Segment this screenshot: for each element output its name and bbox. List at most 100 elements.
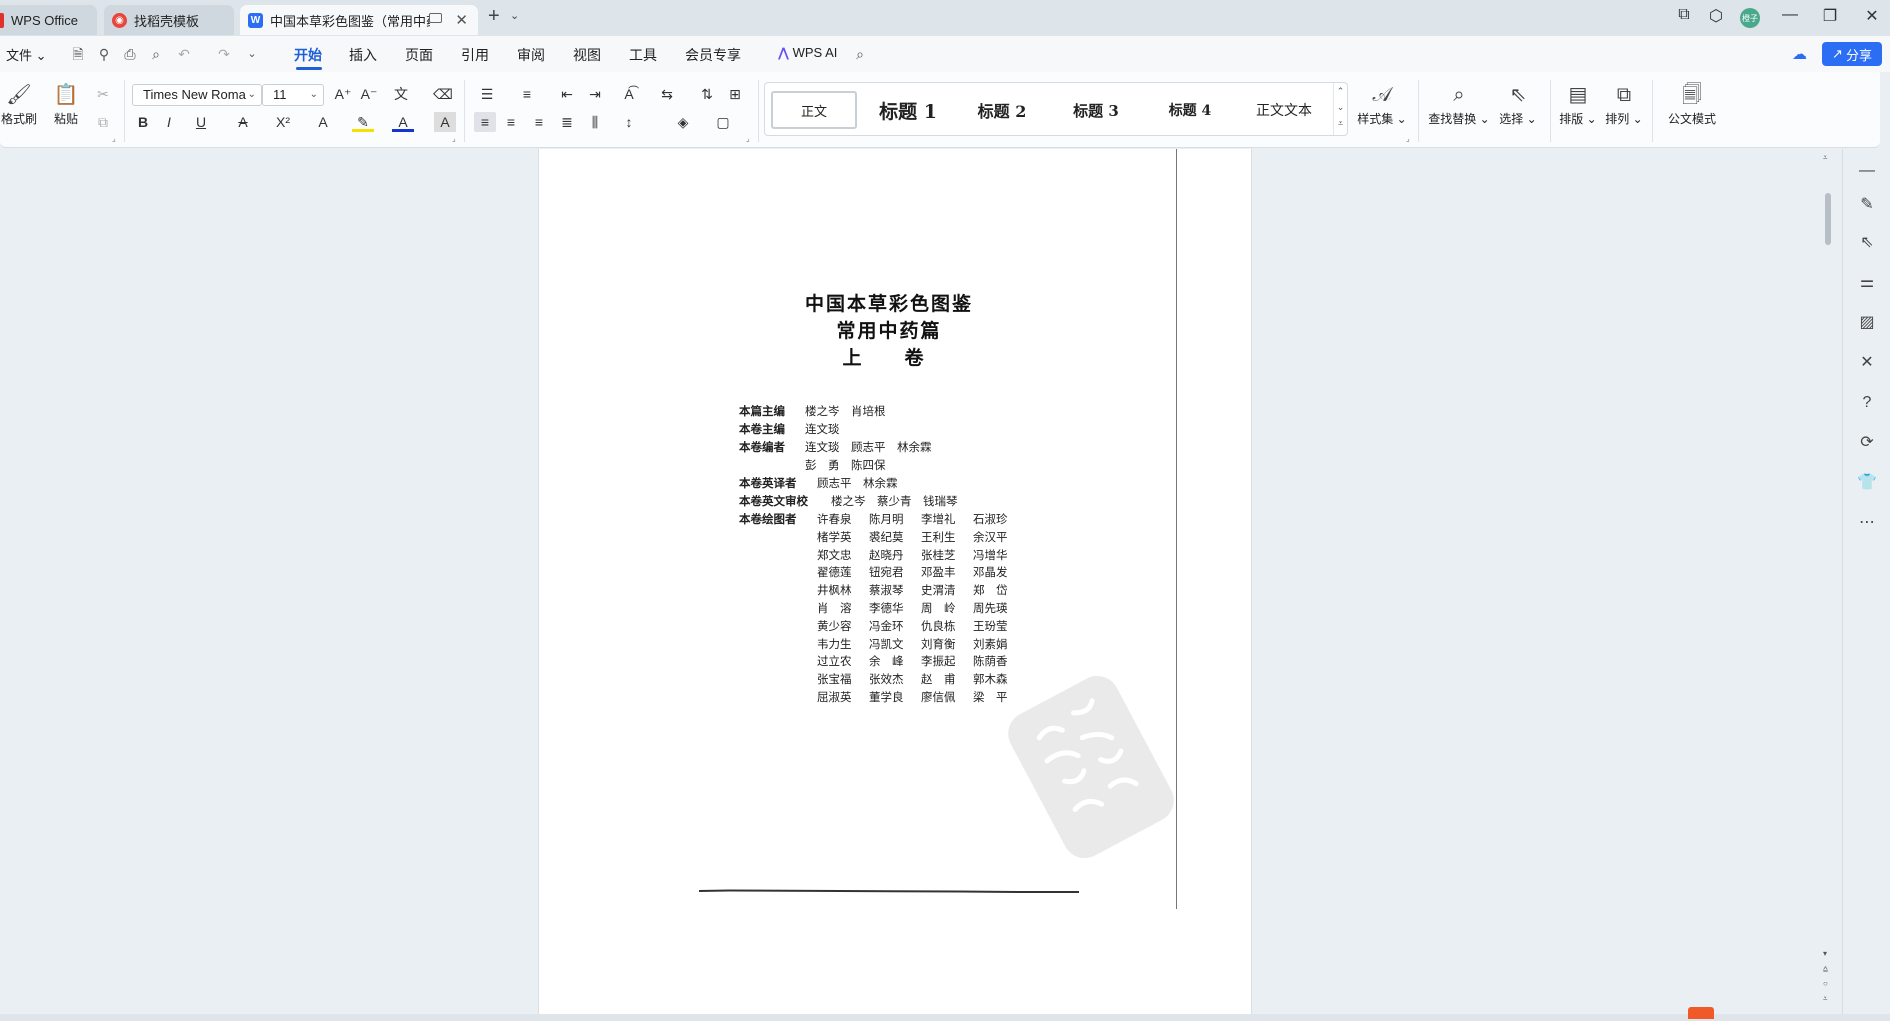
redo-icon[interactable]: ↷ <box>216 46 232 62</box>
scroll-up-icon[interactable]: ⩡ <box>1823 153 1828 163</box>
tab-view[interactable]: 视图 <box>573 45 601 65</box>
text-direction-icon[interactable]: A͡ <box>618 84 640 104</box>
scroll-down-icon[interactable]: ▾ <box>1823 949 1827 958</box>
tools-icon[interactable]: ✕ <box>1857 353 1877 373</box>
dialog-launcher-icon[interactable]: ⌟ <box>452 134 456 143</box>
align-left-icon[interactable]: ≡ <box>474 112 496 132</box>
minimize-window-icon[interactable]: — <box>1780 6 1800 24</box>
dialog-launcher-icon[interactable]: ⌟ <box>746 134 750 143</box>
borders-icon[interactable]: ▢ <box>712 112 734 132</box>
style-body-text[interactable]: 正文文本 <box>1241 91 1327 129</box>
official-mode-button[interactable]: 🗐 公文模式 <box>1664 84 1720 127</box>
text-effect-icon[interactable]: A <box>312 112 334 132</box>
find-replace-button[interactable]: ⌕ 查找替换 ⌄ <box>1428 84 1490 127</box>
show-marks-icon[interactable]: ⊞ <box>724 84 746 104</box>
tab-document[interactable]: W 中国本草彩色图鉴（常用中药篇 ✕ <box>240 5 478 35</box>
style-heading-1[interactable]: 标题 1 <box>865 91 951 129</box>
close-tab-icon[interactable]: ✕ <box>455 11 468 29</box>
page-down-icon[interactable]: ⩡ <box>1823 994 1828 1004</box>
expand-gallery-icon[interactable]: ⩡ <box>1334 115 1347 131</box>
minimize-panel-icon[interactable]: — <box>1857 161 1877 181</box>
italic-icon[interactable]: I <box>158 112 180 132</box>
align-right-icon[interactable]: ≡ <box>528 112 550 132</box>
sync-icon[interactable]: ⟳ <box>1857 433 1877 453</box>
cloud-upload-icon[interactable]: ☁ <box>1792 45 1810 63</box>
document-page[interactable]: 中国本草彩色图鉴 常用中药篇 上 卷 本篇主编 楼之岑 肖培根 本卷主编 连文琰 本… <box>538 149 1252 1014</box>
avatar[interactable]: 橙子 <box>1740 8 1760 28</box>
adjust-icon[interactable]: ⚌ <box>1857 273 1877 293</box>
cut-icon[interactable]: ✂ <box>92 84 114 104</box>
dialog-launcher-icon[interactable]: ⌟ <box>1406 134 1410 143</box>
font-name-select[interactable]: Times New Roma ⌄ <box>132 84 262 106</box>
clear-format-icon[interactable]: ⌫ <box>432 84 454 104</box>
shrink-font-icon[interactable]: A⁻ <box>358 84 380 104</box>
select-browse-icon[interactable]: ○ <box>1823 979 1828 988</box>
select-button[interactable]: ⇖ 选择 ⌄ <box>1494 84 1542 127</box>
tab-tools[interactable]: 工具 <box>629 45 657 65</box>
tab-wps-office[interactable]: WPS Office <box>0 5 97 35</box>
line-break-icon[interactable]: ⇆ <box>656 84 678 104</box>
tab-references[interactable]: 引用 <box>461 45 489 65</box>
close-window-icon[interactable]: ✕ <box>1862 6 1882 26</box>
tab-page[interactable]: 页面 <box>405 45 433 65</box>
shading-icon[interactable]: ◈ <box>672 112 694 132</box>
vertical-scrollbar[interactable]: ⩡ ▾ ⩠ ○ ⩡ <box>1820 149 1842 1014</box>
image-edit-icon[interactable]: ▨ <box>1857 313 1877 333</box>
save-icon[interactable]: 🗎 <box>70 46 86 62</box>
layout-button[interactable]: ▤ 排版 ⌄ <box>1558 84 1598 127</box>
underline-icon[interactable]: U <box>190 112 212 132</box>
restore-window-icon[interactable]: ❐ <box>1820 6 1840 26</box>
tab-member[interactable]: 会员专享 <box>685 45 741 65</box>
style-set-button[interactable]: 𝒜 样式集 ⌄ <box>1356 84 1408 127</box>
paste-button[interactable]: 📋 粘贴 <box>46 84 86 127</box>
chevron-down-icon[interactable]: ⌄ <box>244 46 260 62</box>
cursor-select-icon[interactable]: ⇖ <box>1857 233 1877 253</box>
dialog-launcher-icon[interactable]: ⌟ <box>112 134 116 143</box>
style-heading-4[interactable]: 标题 4 <box>1147 91 1233 129</box>
file-menu[interactable]: 文件 ⌄ <box>6 45 47 64</box>
font-color-icon[interactable]: A <box>392 112 414 132</box>
format-painter-button[interactable]: 🖌 格式刷 <box>0 84 38 127</box>
pen-icon[interactable]: ✎ <box>1857 195 1877 215</box>
numbered-list-icon[interactable]: ≡ <box>516 84 538 104</box>
superscript-icon[interactable]: X² <box>272 112 294 132</box>
shirt-icon[interactable]: 👕 <box>1857 473 1877 493</box>
screen-icon[interactable] <box>429 13 442 23</box>
window-layout-icon[interactable]: ⧉ <box>1674 6 1694 24</box>
print-icon[interactable]: ⎙ <box>122 46 138 62</box>
copy-icon[interactable]: ⧉ <box>92 112 114 132</box>
help-icon[interactable]: ? <box>1857 393 1877 413</box>
tab-review[interactable]: 审阅 <box>517 45 545 65</box>
arrange-button[interactable]: ⧉ 排列 ⌄ <box>1604 84 1644 127</box>
character-shading-icon[interactable]: A <box>434 112 456 132</box>
distributed-icon[interactable]: ⫼ <box>584 112 606 132</box>
align-center-icon[interactable]: ≡ <box>500 112 522 132</box>
tab-insert[interactable]: 插入 <box>349 45 377 65</box>
style-heading-2[interactable]: 标题 2 <box>959 91 1045 129</box>
chevron-down-icon[interactable]: ⌄ <box>1334 99 1347 115</box>
gallery-scroll[interactable]: ⌃ ⌄ ⩡ <box>1333 83 1347 135</box>
undo-icon[interactable]: ↶ <box>176 46 192 62</box>
page-up-icon[interactable]: ⩠ <box>1823 964 1828 974</box>
decrease-indent-icon[interactable]: ⇤ <box>556 84 578 104</box>
share-button[interactable]: ↗ 分享 <box>1822 42 1882 66</box>
bold-icon[interactable]: B <box>132 112 154 132</box>
wps-ai-button[interactable]: ⋀ WPS AI <box>778 45 837 61</box>
highlight-icon[interactable]: ✎ <box>352 112 374 132</box>
attach-icon[interactable]: ⚲ <box>96 46 112 62</box>
chevron-up-icon[interactable]: ⌃ <box>1334 83 1347 99</box>
tab-start[interactable]: 开始 <box>294 45 322 65</box>
chevron-down-icon[interactable]: ⌄ <box>510 9 519 22</box>
justify-icon[interactable]: ≣ <box>556 112 578 132</box>
strikethrough-icon[interactable]: A <box>232 112 254 132</box>
tab-docer-templates[interactable]: ◉ 找稻壳模板 <box>104 5 234 35</box>
grow-font-icon[interactable]: A⁺ <box>332 84 354 104</box>
new-tab-button[interactable]: + <box>488 5 500 28</box>
bullet-list-icon[interactable]: ☰ <box>476 84 498 104</box>
sort-icon[interactable]: ⇅ <box>696 84 718 104</box>
line-spacing-icon[interactable]: ↕ <box>618 112 640 132</box>
style-heading-3[interactable]: 标题 3 <box>1053 91 1139 129</box>
search-icon[interactable]: ⌕ <box>852 46 868 62</box>
print-preview-icon[interactable]: ⌕ <box>148 46 164 62</box>
font-size-select[interactable]: 11 ⌄ <box>262 84 324 106</box>
